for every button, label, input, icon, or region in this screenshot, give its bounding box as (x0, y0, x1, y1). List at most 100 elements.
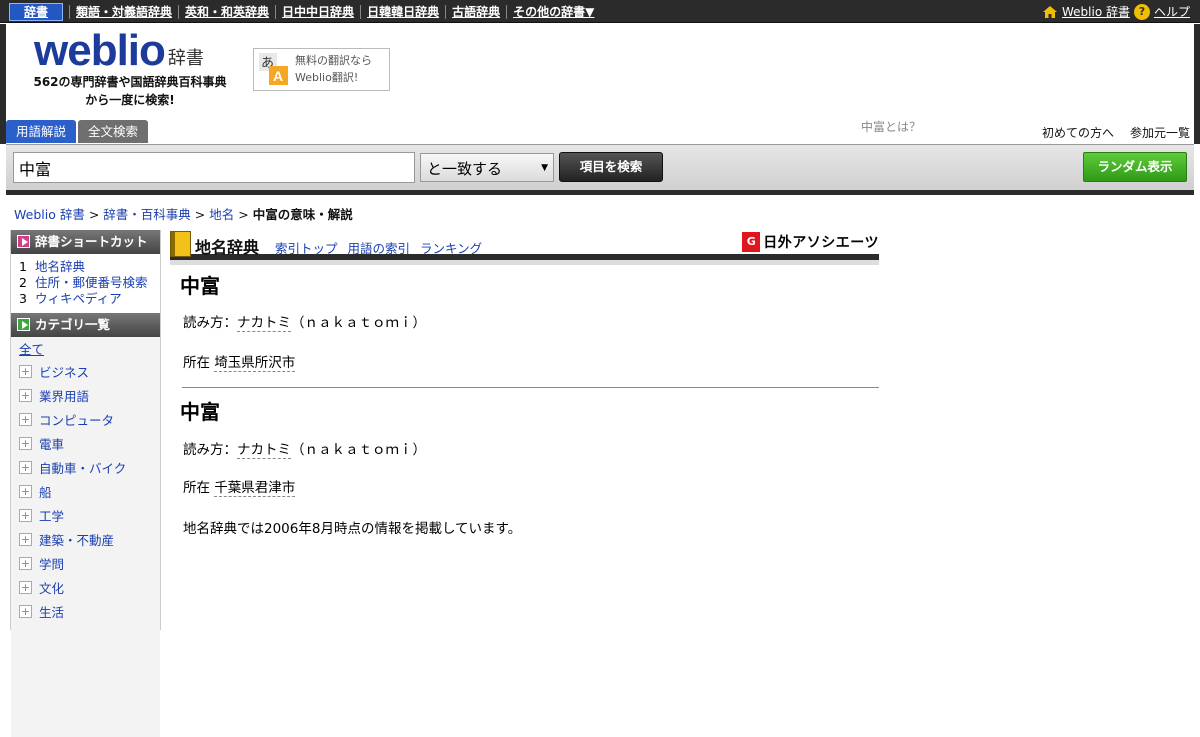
category-item: + コンピュータ (19, 407, 160, 431)
entry-title: 中富 (180, 274, 220, 298)
nav-english-japanese[interactable]: 英和・和英辞典 (178, 4, 275, 19)
location-value[interactable]: 埼玉県所沢市 (214, 355, 296, 372)
category-title: カテゴリ一覧 (35, 317, 111, 332)
shortcut-link[interactable]: 地名辞典 (35, 259, 85, 275)
expand-icon[interactable]: + (19, 484, 32, 498)
category-all-link[interactable]: 全て (19, 341, 160, 359)
nav-classical[interactable]: 古語辞典 (445, 4, 506, 19)
breadcrumb-weblio[interactable]: Weblio 辞書 (14, 207, 85, 222)
category-link[interactable]: 船 (39, 482, 52, 501)
category-link[interactable]: 学問 (39, 554, 64, 573)
index-top-link[interactable]: 索引トップ (275, 238, 338, 257)
logo-text: weblio (34, 26, 166, 75)
shortcut-link[interactable]: ウィキペディア (35, 291, 122, 307)
breadcrumb-current: 中富の意味・解説 (252, 207, 353, 222)
expand-icon[interactable]: + (19, 508, 32, 522)
nav-chinese-japanese[interactable]: 日中中日辞典 (275, 4, 360, 19)
expand-icon[interactable]: + (19, 412, 32, 426)
top-nav-bar: 辞書 類語・対義語辞典 英和・和英辞典 日中中日辞典 日韓韓日辞典 古語辞典 そ… (0, 0, 1200, 23)
expand-icon[interactable]: + (19, 556, 32, 570)
tagline-line-1: 562の専門辞書や国語辞典百科事典 (33, 75, 227, 89)
expand-icon[interactable]: + (19, 388, 32, 402)
weblio-home-link[interactable]: Weblio 辞書 (1062, 3, 1130, 20)
nav-other-dictionaries[interactable]: その他の辞書▼ (506, 4, 600, 19)
publisher-logo[interactable]: G 日外アソシエーツ (742, 232, 879, 252)
category-item: + 工学 (19, 503, 160, 527)
nav-dictionary[interactable]: 辞書 (9, 2, 64, 21)
help-icon[interactable]: ? (1133, 3, 1150, 20)
breadcrumb-encyclopedia[interactable]: 辞書・百科事典 (103, 207, 191, 222)
shortcut-list: 1 地名辞典 2 住所・郵便番号検索 3 ウィキペディア (11, 254, 160, 313)
reading-value[interactable]: ナカトミ (237, 442, 291, 459)
term-index-link[interactable]: 用語の索引 (348, 238, 411, 257)
translate-icon: あ A (259, 53, 288, 85)
search-input[interactable] (13, 152, 415, 183)
svg-text:A: A (273, 68, 283, 84)
category-link[interactable]: 電車 (39, 434, 64, 453)
left-sidebar: 辞書ショートカット 1 地名辞典 2 住所・郵便番号検索 3 ウィキペディア カ… (10, 230, 161, 737)
tab-term-explanation[interactable]: 用語解説 (6, 120, 77, 143)
breadcrumb-place-names[interactable]: 地名 (209, 207, 234, 222)
tab-full-text-search[interactable]: 全文検索 (78, 120, 149, 143)
match-mode-select[interactable]: と一致する ▼ (420, 153, 554, 182)
reading-value[interactable]: ナカトミ (237, 315, 291, 332)
search-mode-tabs: 用語解説 全文検索 (6, 120, 150, 143)
dictionary-header: 地名辞典 索引トップ 用語の索引 ランキング G 日外アソシエーツ (170, 230, 879, 260)
header-rule (170, 260, 879, 265)
header-divider (6, 190, 1194, 195)
random-button[interactable]: ランダム表示 (1083, 152, 1187, 182)
category-link[interactable]: 生活 (39, 602, 64, 621)
entry-reading: 読み方：ナカトミ（ｎａｋａｔｏｍｉ） (183, 440, 879, 460)
expand-icon[interactable]: + (19, 604, 32, 618)
dictionary-nav: 辞書 類語・対義語辞典 英和・和英辞典 日中中日辞典 日韓韓日辞典 古語辞典 そ… (9, 2, 600, 21)
category-item: + 業界用語 (19, 383, 160, 407)
category-item: + 文化 (19, 575, 160, 599)
category-link[interactable]: 自動車・バイク (39, 458, 126, 477)
home-icon[interactable] (1042, 5, 1058, 19)
category-link[interactable]: コンピュータ (39, 410, 114, 429)
entry: 中富 読み方：ナカトミ（ｎａｋａｔｏｍｉ） 所在 埼玉県所沢市 (170, 272, 879, 373)
dictionary-links: 索引トップ 用語の索引 ランキング (275, 238, 482, 257)
expand-icon[interactable]: + (19, 580, 32, 594)
expand-icon[interactable]: + (19, 364, 32, 378)
expand-icon[interactable]: + (19, 436, 32, 450)
publisher-name: 日外アソシエーツ (763, 235, 879, 251)
help-link[interactable]: ヘルプ (1154, 3, 1190, 20)
location-value[interactable]: 千葉県君津市 (214, 480, 296, 497)
category-link[interactable]: 業界用語 (39, 386, 89, 405)
category-link[interactable]: ビジネス (39, 362, 89, 381)
entry-divider (182, 387, 879, 388)
tagline: 562の専門辞書や国語辞典百科事典 から一度に検索! (26, 73, 234, 109)
category-item: + ビジネス (19, 359, 160, 383)
shortcut-item: 2 住所・郵便番号検索 (19, 275, 160, 291)
search-button[interactable]: 項目を検索 (559, 152, 663, 182)
breadcrumb-sep: > (194, 207, 206, 222)
weblio-logo[interactable]: weblio 辞書 (34, 28, 204, 74)
dropdown-arrow-icon: ▼ (541, 163, 548, 173)
shortcut-link[interactable]: 住所・郵便番号検索 (35, 275, 148, 291)
dictionary-name: 地名辞典 (195, 238, 260, 257)
shortcut-num: 3 (19, 291, 27, 306)
search-bar: と一致する ▼ 項目を検索 ランダム表示 (6, 144, 1194, 191)
first-time-link[interactable]: 初めての方へ (1042, 124, 1114, 141)
breadcrumb: Weblio 辞書 > 辞書・百科事典 > 地名 > 中富の意味・解説 (14, 204, 353, 223)
sources-link[interactable]: 参加元一覧 (1130, 124, 1190, 141)
header-links: 初めての方へ 参加元一覧 (1042, 124, 1190, 141)
nav-thesaurus[interactable]: 類語・対義語辞典 (69, 4, 178, 19)
category-link[interactable]: 建築・不動産 (39, 530, 114, 549)
breadcrumb-sep: > (88, 207, 100, 222)
shortcut-header: 辞書ショートカット (11, 230, 160, 254)
shortcut-arrow-icon (17, 235, 30, 248)
translate-banner[interactable]: あ A 無料の翻訳なら Weblio翻訳! (253, 48, 390, 91)
reading-label: 読み方： (183, 315, 237, 331)
category-link[interactable]: 文化 (39, 578, 64, 597)
category-link[interactable]: 工学 (39, 506, 64, 525)
nav-korean-japanese[interactable]: 日韓韓日辞典 (360, 4, 445, 19)
category-arrow-icon (17, 318, 30, 331)
ranking-link[interactable]: ランキング (420, 238, 482, 257)
category-header: カテゴリ一覧 (11, 313, 160, 337)
location-label: 所在 (183, 355, 210, 371)
expand-icon[interactable]: + (19, 532, 32, 546)
expand-icon[interactable]: + (19, 460, 32, 474)
entry: 中富 読み方：ナカトミ（ｎａｋａｔｏｍｉ） 所在 千葉県君津市 (170, 398, 879, 498)
